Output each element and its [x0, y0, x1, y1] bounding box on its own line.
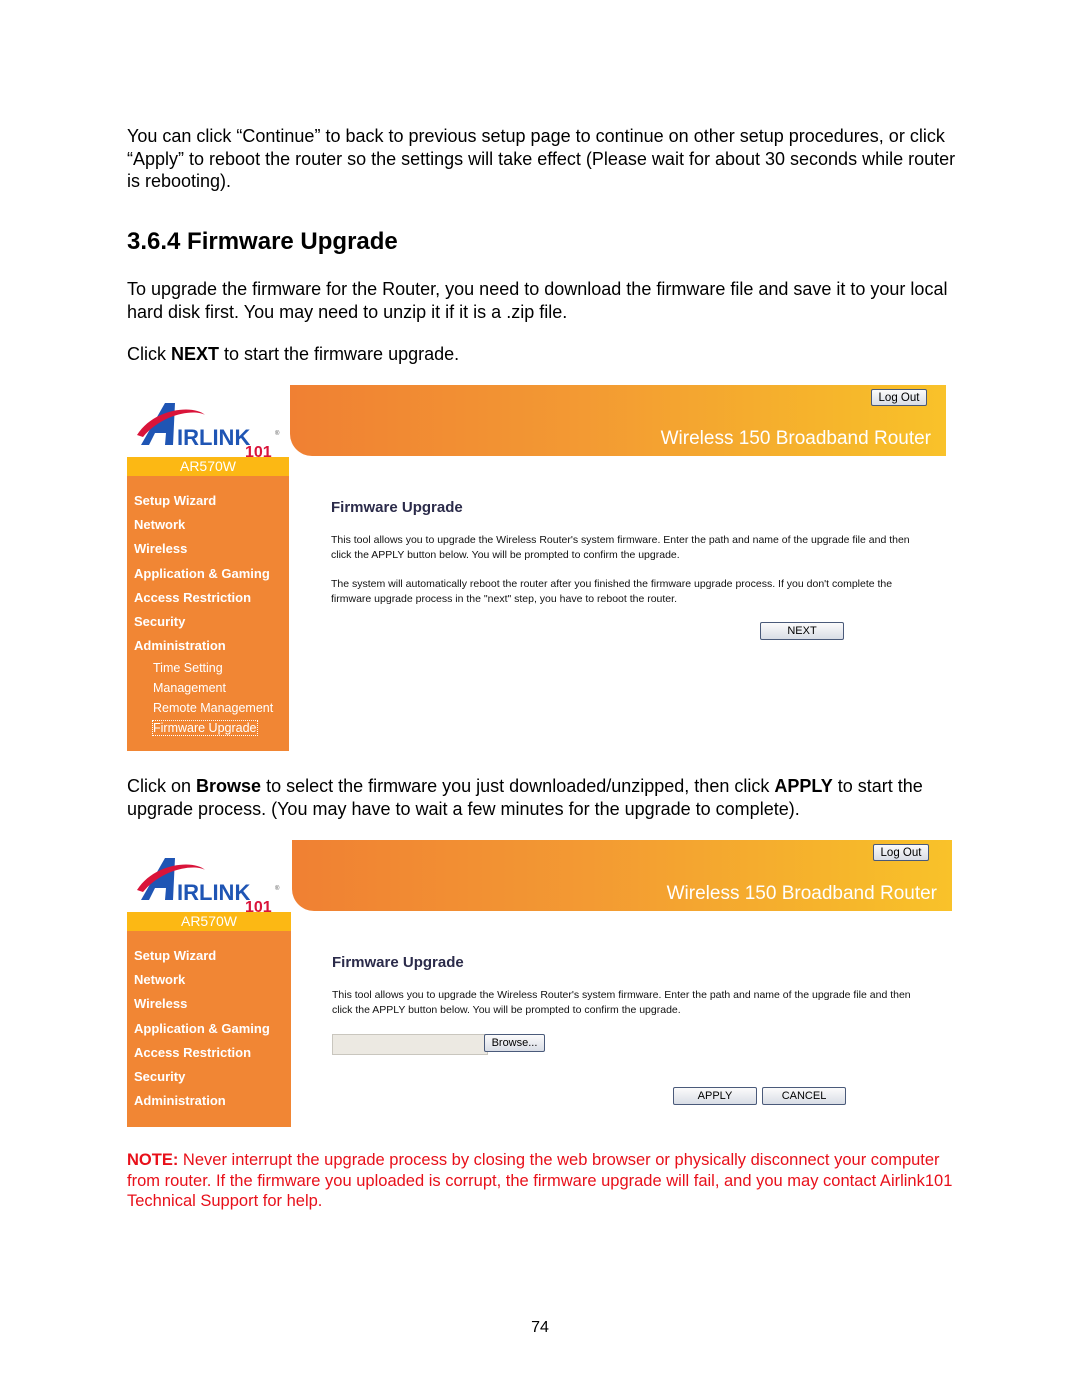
intro-paragraph: You can click “Continue” to back to prev… — [127, 126, 956, 191]
model-label: AR570W — [127, 912, 291, 931]
logo-text: IRLINK — [177, 880, 250, 905]
logout-button[interactable]: Log Out — [871, 389, 927, 406]
submenu-management[interactable]: Management — [127, 678, 289, 698]
label: Time Setting — [153, 661, 223, 675]
menu-administration[interactable]: Administration — [127, 634, 289, 658]
sidebar-menu: Setup Wizard Network Wireless Applicatio… — [127, 476, 289, 751]
menu-network[interactable]: Network — [127, 968, 291, 992]
router-screenshot-next: IRLINK 101 ® AR570W Setup Wizard Network… — [127, 385, 957, 753]
firmware-file-input[interactable] — [332, 1034, 488, 1055]
label: Management — [153, 681, 226, 695]
text: to start the firmware upgrade. — [219, 344, 460, 364]
header-banner: Wireless 150 Broadband Router — [290, 385, 946, 456]
menu-setup-wizard[interactable]: Setup Wizard — [127, 489, 289, 513]
menu-administration[interactable]: Administration — [127, 1089, 291, 1113]
content-description: This tool allows you to upgrade the Wire… — [331, 534, 910, 561]
text: to select the firmware you just download… — [261, 776, 775, 796]
logout-button[interactable]: Log Out — [873, 844, 929, 861]
submenu-firmware-upgrade[interactable]: Firmware Upgrade — [127, 718, 289, 738]
menu-application-gaming[interactable]: Application & Gaming — [127, 562, 289, 586]
header-banner: Wireless 150 Broadband Router — [292, 840, 952, 911]
logo-number: 101 — [245, 444, 272, 457]
warning-note: NOTE: Never interrupt the upgrade proces… — [127, 1150, 957, 1212]
section-title: 3.6.4 Firmware Upgrade — [127, 228, 398, 255]
logo-number: 101 — [245, 899, 272, 912]
browse-button[interactable]: Browse... — [484, 1034, 545, 1052]
click-next-instruction: Click NEXT to start the firmware upgrade… — [127, 343, 957, 366]
menu-network[interactable]: Network — [127, 513, 289, 537]
text: Click — [127, 344, 171, 364]
content-reboot-note: The system will automatically reboot the… — [331, 578, 893, 605]
svg-text:®: ® — [275, 430, 280, 437]
note-label: NOTE: — [127, 1151, 179, 1169]
svg-text:®: ® — [275, 885, 280, 892]
menu-wireless[interactable]: Wireless — [127, 537, 289, 562]
menu-wireless[interactable]: Wireless — [127, 992, 291, 1017]
next-keyword: NEXT — [171, 344, 220, 364]
menu-security[interactable]: Security — [127, 1065, 291, 1089]
menu-access-restriction[interactable]: Access Restriction — [127, 586, 289, 610]
model-label: AR570W — [127, 457, 289, 476]
logo-text: IRLINK — [177, 425, 250, 450]
apply-button[interactable]: APPLY — [673, 1087, 757, 1105]
menu-security[interactable]: Security — [127, 610, 289, 634]
menu-access-restriction[interactable]: Access Restriction — [127, 1041, 291, 1065]
content-heading: Firmware Upgrade — [331, 499, 463, 516]
submenu-remote-management[interactable]: Remote Management — [127, 698, 289, 718]
banner-title: Wireless 150 Broadband Router — [660, 428, 931, 449]
page-number: 74 — [531, 1319, 549, 1336]
submenu-time-setting[interactable]: Time Setting — [127, 658, 289, 678]
menu-application-gaming[interactable]: Application & Gaming — [127, 1017, 291, 1041]
router-screenshot-browse: IRLINK 101 ® AR570W Setup Wizard Network… — [127, 840, 957, 1128]
apply-keyword: APPLY — [774, 776, 833, 796]
next-button[interactable]: NEXT — [760, 622, 844, 640]
note-text: Never interrupt the upgrade process by c… — [127, 1151, 953, 1210]
upgrade-paragraph: To upgrade the firmware for the Router, … — [127, 279, 948, 322]
content-description: This tool allows you to upgrade the Wire… — [332, 989, 911, 1016]
browse-keyword: Browse — [196, 776, 262, 796]
label: Firmware Upgrade — [152, 720, 258, 736]
browse-instruction: Click on Browse to select the firmware y… — [127, 775, 957, 820]
content-heading: Firmware Upgrade — [332, 954, 464, 971]
text: Click on — [127, 776, 197, 796]
sidebar-menu: Setup Wizard Network Wireless Applicatio… — [127, 931, 291, 1127]
banner-title: Wireless 150 Broadband Router — [666, 883, 937, 904]
label: Remote Management — [153, 701, 274, 715]
menu-setup-wizard[interactable]: Setup Wizard — [127, 944, 291, 968]
cancel-button[interactable]: CANCEL — [762, 1087, 846, 1105]
airlink-logo: IRLINK 101 ® — [135, 395, 285, 461]
airlink-logo: IRLINK 101 ® — [135, 850, 285, 916]
